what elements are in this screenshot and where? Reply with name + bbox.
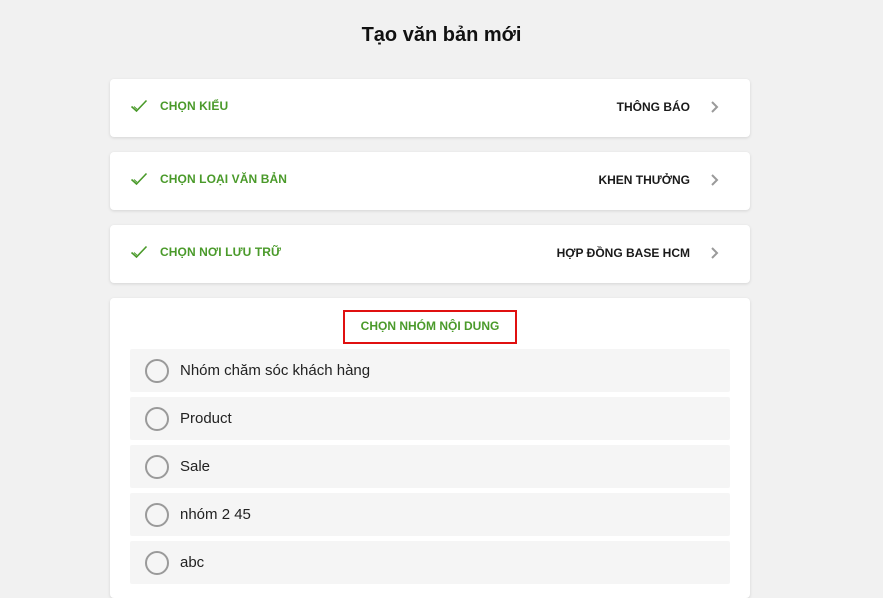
group-option-label: Sale <box>180 458 211 475</box>
group-option[interactable]: Product <box>130 397 730 440</box>
check-icon <box>130 245 148 259</box>
group-option[interactable]: Sale <box>130 445 730 488</box>
page-title: Tạo văn bản mới <box>361 24 522 46</box>
step-select-storage[interactable]: CHỌN NƠI LƯU TRỮ HỢP ĐỒNG BASE HCM <box>110 225 750 283</box>
radio-icon[interactable] <box>145 359 169 383</box>
group-option-label: Nhóm chăm sóc khách hàng <box>180 362 371 379</box>
group-option[interactable]: nhóm 2 45 <box>130 493 730 536</box>
chevron-right-icon <box>711 101 719 113</box>
content-group-title: CHỌN NHÓM NỘI DUNG <box>343 310 517 344</box>
chevron-right-icon <box>711 247 719 259</box>
radio-icon[interactable] <box>145 407 169 431</box>
step-label: CHỌN LOẠI VĂN BẢN <box>160 172 288 186</box>
step-select-type[interactable]: CHỌN KIỂU THÔNG BÁO <box>110 79 750 137</box>
radio-icon[interactable] <box>145 455 169 479</box>
group-option[interactable]: abc <box>130 541 730 584</box>
step-label: CHỌN NƠI LƯU TRỮ <box>160 245 282 259</box>
group-option-label: nhóm 2 45 <box>180 506 251 523</box>
group-option[interactable]: Nhóm chăm sóc khách hàng <box>130 349 730 392</box>
step-value: KHEN THƯỞNG <box>598 173 690 187</box>
step-label: CHỌN KIỂU <box>160 99 229 113</box>
content-group-panel: CHỌN NHÓM NỘI DUNG Nhóm chăm sóc khách h… <box>110 298 750 598</box>
radio-icon[interactable] <box>145 551 169 575</box>
radio-icon[interactable] <box>145 503 169 527</box>
step-value: THÔNG BÁO <box>616 100 690 114</box>
check-icon <box>130 172 148 186</box>
step-select-document-type[interactable]: CHỌN LOẠI VĂN BẢN KHEN THƯỞNG <box>110 152 750 210</box>
step-value: HỢP ĐỒNG BASE HCM <box>556 246 690 260</box>
chevron-right-icon <box>711 174 719 186</box>
group-option-label: Product <box>180 410 232 427</box>
group-option-label: abc <box>180 554 205 571</box>
check-icon <box>130 99 148 113</box>
